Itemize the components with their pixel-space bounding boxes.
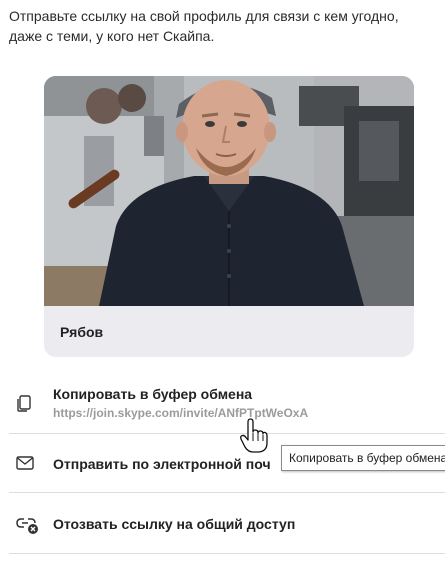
- profile-photo: [44, 76, 414, 306]
- share-description: Отправьте ссылку на свой профиль для свя…: [9, 6, 439, 46]
- email-link-label: Отправить по электронной поч: [53, 456, 271, 472]
- revoke-link-label: Отозвать ссылку на общий доступ: [53, 516, 296, 532]
- hand-cursor-icon: [240, 418, 268, 453]
- copy-tooltip: Копировать в буфер обмена: [281, 445, 445, 471]
- profile-name: Рябов: [60, 324, 104, 340]
- divider: [9, 553, 445, 554]
- unlink-icon: [16, 518, 38, 534]
- copy-link-action[interactable]: Копировать в буфер обмена https://join.s…: [0, 378, 445, 432]
- revoke-link-action[interactable]: Отозвать ссылку на общий доступ: [0, 493, 445, 553]
- copy-link-label: Копировать в буфер обмена: [53, 386, 253, 402]
- envelope-icon: [16, 456, 34, 470]
- copy-icon: [17, 395, 31, 412]
- profile-card: Рябов: [44, 76, 414, 357]
- invite-link: https://join.skype.com/invite/ANfPTptWeO…: [53, 406, 309, 420]
- share-description-line-2: даже с теми, у кого нет Скайпа.: [9, 28, 215, 44]
- share-description-line-1: Отправьте ссылку на свой профиль для свя…: [9, 8, 399, 24]
